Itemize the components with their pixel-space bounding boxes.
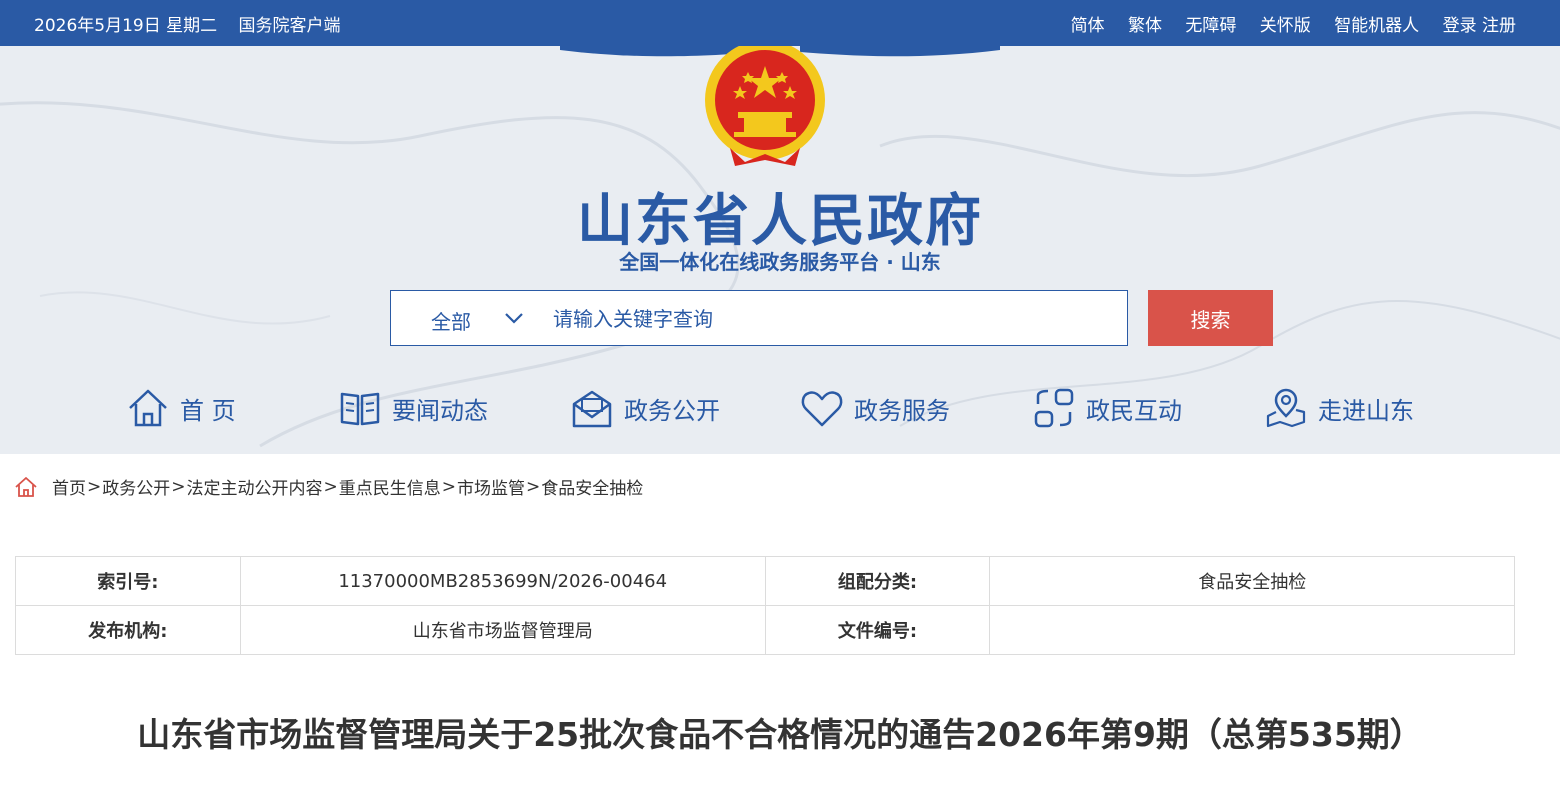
table-row: 索引号: 11370000MB2853699N/2026-00464 组配分类:… bbox=[15, 556, 1515, 606]
index-value: 11370000MB2853699N/2026-00464 bbox=[239, 556, 766, 606]
top-bar-left: 2026年5月19日 星期二 国务院客户端 bbox=[34, 11, 357, 36]
search-box: 全部 bbox=[390, 290, 1128, 346]
document-number-value bbox=[989, 605, 1515, 655]
chevron-down-icon[interactable] bbox=[503, 307, 525, 329]
ribbon-right bbox=[800, 46, 1000, 57]
elderly-care-link[interactable]: 关怀版 bbox=[1260, 16, 1311, 36]
search-scope-select[interactable]: 全部 bbox=[431, 306, 471, 335]
interaction-icon bbox=[1034, 388, 1074, 428]
search-input[interactable] bbox=[551, 299, 1115, 339]
top-bar-links: 简体 繁体 无障碍 关怀版 智能机器人 登录 注册 bbox=[1053, 11, 1516, 36]
category-value: 食品安全抽检 bbox=[989, 556, 1515, 606]
accessibility-link[interactable]: 无障碍 bbox=[1185, 16, 1236, 36]
breadcrumb-food-safety[interactable]: 食品安全抽检 bbox=[541, 474, 643, 499]
document-info-table: 索引号: 11370000MB2853699N/2026-00464 组配分类:… bbox=[15, 556, 1515, 655]
nav-item-news[interactable]: 要闻动态 bbox=[338, 381, 488, 435]
nav-item-home[interactable]: 首 页 bbox=[126, 381, 236, 435]
breadcrumb-gov-affairs[interactable]: 政务公开 bbox=[102, 474, 170, 499]
breadcrumb-separator: > bbox=[526, 476, 541, 497]
breadcrumb-statutory-disclosure[interactable]: 法定主动公开内容 bbox=[187, 474, 323, 499]
mail-icon bbox=[572, 390, 612, 428]
site-subtitle: 全国一体化在线政务服务平台 · 山东 bbox=[619, 250, 941, 274]
home-icon bbox=[129, 389, 167, 427]
smart-robot-link[interactable]: 智能机器人 bbox=[1334, 16, 1419, 36]
location-icon bbox=[1266, 388, 1306, 428]
book-icon bbox=[340, 392, 380, 426]
breadcrumb-separator: > bbox=[87, 476, 102, 497]
nav-item-label: 要闻动态 bbox=[392, 396, 488, 425]
breadcrumb-separator: > bbox=[441, 476, 456, 497]
nav-item-label: 政务服务 bbox=[854, 396, 950, 425]
category-label: 组配分类: bbox=[764, 556, 991, 606]
nav-item-label: 政民互动 bbox=[1086, 396, 1182, 425]
breadcrumb-livelihood-info[interactable]: 重点民生信息 bbox=[339, 474, 441, 499]
breadcrumb: 首页 > 政务公开 > 法定主动公开内容 > 重点民生信息 > 市场监管 > 食品安全抽检 bbox=[14, 474, 643, 499]
login-register-link[interactable]: 登录 注册 bbox=[1443, 16, 1516, 36]
breadcrumb-home[interactable]: 首页 bbox=[52, 474, 86, 499]
breadcrumb-separator: > bbox=[171, 476, 186, 497]
breadcrumb-separator: > bbox=[323, 476, 338, 497]
simplified-chinese-link[interactable]: 简体 bbox=[1071, 16, 1105, 36]
nav-item-label: 首 页 bbox=[180, 396, 236, 425]
home-icon[interactable] bbox=[14, 475, 38, 499]
breadcrumb-market-supervision[interactable]: 市场监管 bbox=[457, 474, 525, 499]
table-row: 发布机构: 山东省市场监督管理局 文件编号: bbox=[15, 605, 1515, 655]
nav-item-shandong[interactable]: 走进山东 bbox=[1264, 381, 1414, 435]
traditional-chinese-link[interactable]: 繁体 bbox=[1128, 16, 1162, 36]
site-title: 山东省人民政府 bbox=[577, 189, 983, 254]
nav-item-interaction[interactable]: 政民互动 bbox=[1032, 381, 1182, 435]
nav-item-label: 走进山东 bbox=[1318, 396, 1414, 425]
article-title: 山东省市场监督管理局关于25批次食品不合格情况的通告2026年第9期（总第535… bbox=[137, 715, 1423, 754]
site-header: 山东省人民政府 全国一体化在线政务服务平台 · 山东 全部 搜索 首 页 bbox=[0, 46, 1560, 454]
publisher-value: 山东省市场监督管理局 bbox=[239, 605, 766, 655]
nav-item-services[interactable]: 政务服务 bbox=[800, 381, 950, 435]
nav-item-gov-affairs[interactable]: 政务公开 bbox=[570, 381, 720, 435]
heart-icon bbox=[801, 391, 843, 427]
current-date: 2026年5月19日 星期二 bbox=[34, 16, 218, 36]
nav-item-label: 政务公开 bbox=[624, 396, 720, 425]
publisher-label: 发布机构: bbox=[15, 605, 241, 655]
state-council-client-link[interactable]: 国务院客户端 bbox=[239, 16, 341, 36]
main-nav: 首 页 要闻动态 政务公开 政务服务 政民互动 走进山东 bbox=[0, 381, 1560, 441]
top-bar: 2026年5月19日 星期二 国务院客户端 简体 繁体 无障碍 关怀版 智能机器… bbox=[0, 0, 1560, 46]
search-button[interactable]: 搜索 bbox=[1148, 290, 1273, 346]
index-label: 索引号: bbox=[15, 556, 241, 606]
national-emblem-icon bbox=[705, 46, 825, 166]
document-number-label: 文件编号: bbox=[764, 605, 991, 655]
